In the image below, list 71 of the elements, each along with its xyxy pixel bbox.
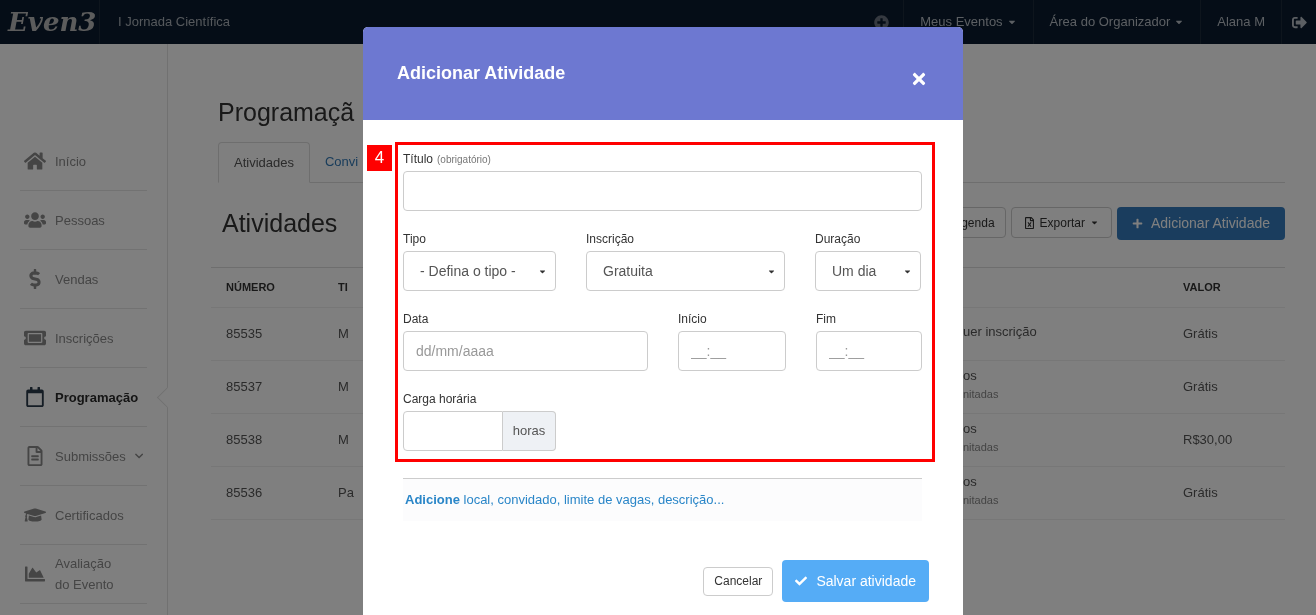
- people-icon: [24, 210, 46, 230]
- table-cell-text: 85537: [226, 377, 263, 396]
- table-cell-text: R$30,00: [1183, 430, 1233, 449]
- annotation-number: 4: [367, 145, 392, 171]
- text-field[interactable]: dd/mm/aaaa: [403, 331, 648, 371]
- plus-icon: [1131, 218, 1143, 230]
- export-button[interactable]: Exportar: [1010, 207, 1112, 239]
- sidebar-item[interactable]: Programação: [20, 368, 147, 427]
- sidebar-item[interactable]: Pessoas: [20, 191, 147, 250]
- sidebar-item[interactable]: Certificados: [20, 486, 147, 545]
- sidebar-item[interactable]: Inscrições: [20, 309, 147, 368]
- check-icon: [795, 575, 808, 587]
- sidebar-item[interactable]: Avaliação do Evento: [20, 545, 147, 604]
- field-label: Carga horária: [403, 393, 477, 405]
- calendar-icon: [24, 387, 46, 407]
- select-field[interactable]: - Defina o tipo -: [403, 251, 556, 291]
- table-cell-text: 85538: [226, 430, 263, 449]
- table-cell-text: 85536: [226, 483, 263, 502]
- sidebar-item[interactable]: Início: [20, 132, 147, 191]
- column-header: NÚMERO: [226, 279, 276, 295]
- sidebar-item[interactable]: Submissões: [20, 427, 147, 486]
- hours-addon: horas: [503, 411, 556, 451]
- spreadsheet-icon: [1023, 216, 1035, 229]
- chevron-down-icon: [134, 451, 143, 461]
- table-cell-text: Pa: [338, 483, 354, 502]
- table-cell: os: [963, 472, 977, 491]
- tab[interactable]: Atividades: [218, 142, 310, 183]
- table-cell-note: nitadas: [963, 439, 999, 455]
- table-cell-text: Grátis: [1183, 377, 1218, 396]
- field-label: Inscrição: [586, 233, 635, 245]
- table-cell-text: Grátis: [1183, 324, 1218, 343]
- hours-field[interactable]: [403, 411, 503, 451]
- section-title: Atividades: [222, 208, 338, 239]
- table-cell: os: [963, 419, 977, 438]
- table-cell-note: nitadas: [963, 386, 999, 402]
- home-icon: [24, 151, 46, 171]
- ticket-icon: [24, 328, 46, 348]
- field-label: Tipo: [403, 233, 426, 245]
- save-button[interactable]: Salvar atividade: [782, 560, 929, 602]
- table-cell-text: M: [338, 377, 349, 396]
- table-cell-text: Grátis: [1183, 483, 1218, 502]
- sidebar-item[interactable]: Vendas: [20, 250, 147, 309]
- field-label: Início: [678, 313, 707, 325]
- table-cell-note: nitadas: [963, 492, 999, 508]
- text-field[interactable]: __:__: [678, 331, 786, 371]
- field-label: Data: [403, 313, 429, 325]
- page-title: Programaçã: [218, 97, 356, 128]
- area-chart-icon: [24, 564, 46, 584]
- table-cell: uer inscrição: [963, 322, 1037, 341]
- select-field[interactable]: Gratuita: [586, 251, 785, 291]
- logout-icon[interactable]: [1291, 14, 1307, 30]
- logo[interactable]: Even3: [8, 9, 97, 35]
- column-header: VALOR: [1183, 279, 1222, 295]
- add-activity-button[interactable]: Adicionar Atividade: [1116, 207, 1285, 241]
- table-cell: os: [963, 366, 977, 385]
- required-hint: (obrigatório): [437, 155, 491, 165]
- field-label: Título: [403, 153, 433, 165]
- table-cell-text: 85535: [226, 324, 263, 343]
- column-header: TI: [338, 279, 349, 295]
- event-name: I Jornada Científica: [118, 13, 230, 32]
- graduation-cap-icon: [24, 505, 46, 525]
- modal-title: Adicionar Atividade: [397, 62, 566, 85]
- cancel-button[interactable]: Cancelar: [703, 566, 774, 596]
- more-options-link[interactable]: Adicione local, convidado, limite de vagas, descrição...: [405, 490, 725, 510]
- text-field[interactable]: __:__: [816, 331, 922, 371]
- table-cell-text: M: [338, 430, 349, 449]
- field-label: Fim: [816, 313, 836, 325]
- select-field[interactable]: Um dia: [815, 251, 921, 291]
- table-cell-text: M: [338, 324, 349, 343]
- text-field[interactable]: [403, 171, 922, 211]
- field-label: Duração: [815, 233, 861, 245]
